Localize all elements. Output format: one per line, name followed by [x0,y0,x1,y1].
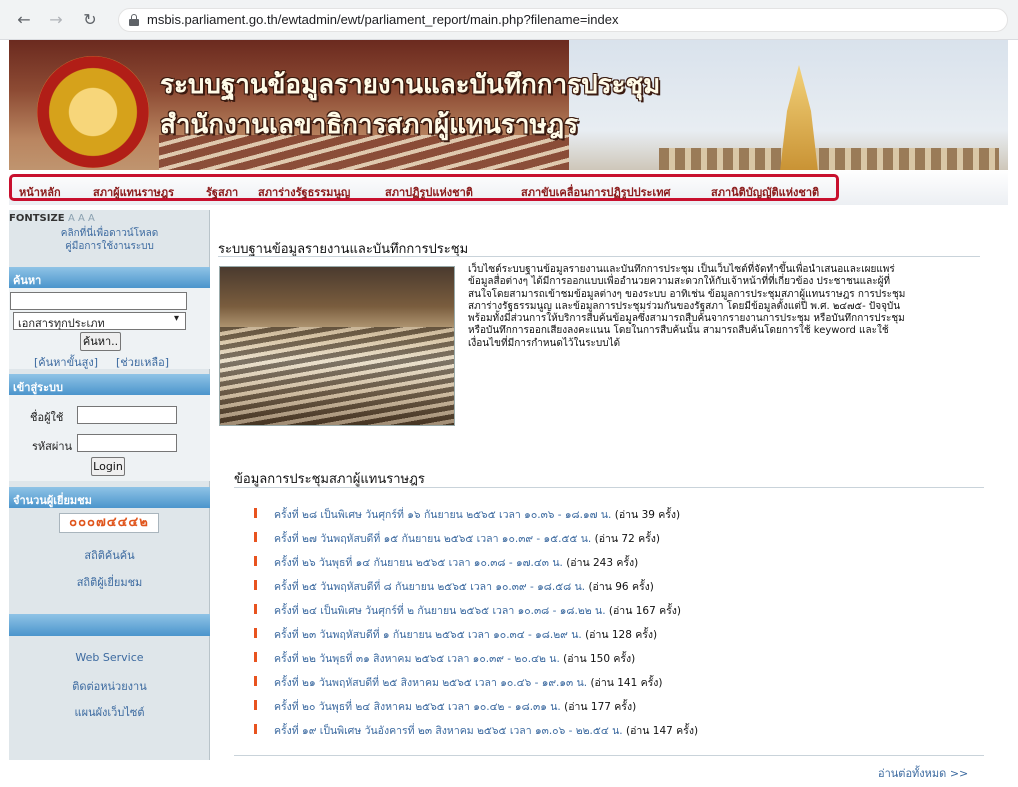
bullet-icon [254,556,257,566]
bullet-icon [254,676,257,686]
bullet-icon [254,628,257,638]
read-count: (อ่าน 167 ครั้ง) [608,605,681,617]
nav-national-reform[interactable]: สภาปฏิรูปแห่งชาติ [385,183,473,201]
meeting-link[interactable]: ครั้งที่ ๑๙ เป็นพิเศษ วันอังคารที่ ๒๓ สิ… [274,725,623,737]
intro-text: เว็บไซต์ระบบฐานข้อมูลรายงานและบันทึกการป… [468,264,978,350]
nav-constitution-drafting[interactable]: สภาร่างรัฐธรรมนูญ [258,183,350,201]
visitor-counter: ๐๐๐๗๔๔๔๒ [59,513,159,533]
intro-line: พร้อมทั้งมีส่วนการให้บริการสืบค้นข้อมูลซ… [468,313,905,325]
manual-download-link-2[interactable]: คู่มือการใช้งานระบบ [9,239,210,254]
meeting-link[interactable]: ครั้งที่ ๒๖ วันพุธที่ ๑๔ กันยายน ๒๕๖๕ เว… [274,557,563,569]
parliament-emblem-logo [37,56,149,168]
search-button[interactable]: ค้นหา.. [80,332,121,351]
meeting-link[interactable]: ครั้งที่ ๒๑ วันพฤหัสบดีที่ ๒๕ สิงหาคม ๒๕… [274,677,587,689]
search-stats-link[interactable]: สถิติค้นค้น [9,546,210,564]
intro-line: หรือบันทึกการออกเสียงลงคะแนน โดยในการสืบ… [468,325,889,337]
fontsize-buttons[interactable]: A A A [68,213,95,224]
intro-line: สนใจโดยสามารถเข้าชมข้อมูลต่างๆ ของระบบ อ… [468,288,906,300]
address-bar[interactable]: msbis.parliament.go.th/ewtadmin/ewt/parl… [118,8,1008,32]
read-count: (อ่าน 141 ครั้ง) [590,677,663,689]
meeting-link[interactable]: ครั้งที่ ๒๕ วันพฤหัสบดีที่ ๘ กันยายน ๒๕๖… [274,581,585,593]
section-divider [234,487,984,488]
intro-line: เงื่อนไขที่มีการกำหนดไว้ในระบบได้ [468,337,621,349]
read-count: (อ่าน 72 ครั้ง) [594,533,660,545]
site-title: ระบบฐานข้อมูลรายงานและบันทึกการประชุม [160,70,661,100]
bullet-icon [254,508,257,518]
lock-icon [129,14,139,26]
meeting-link[interactable]: ครั้งที่ ๒๐ วันพุธที่ ๒๔ สิงหาคม ๒๕๖๕ เว… [274,701,561,713]
read-count: (อ่าน 128 ครั้ง) [585,629,658,641]
bullet-icon [254,724,257,734]
visitor-stats-link[interactable]: สถิติผู้เยี่ยมชม [9,573,210,591]
fontsize-control: FONTSIZE A A A [9,213,95,224]
chevron-down-icon: ▾ [173,313,179,324]
meeting-link[interactable]: ครั้งที่ ๒๔ เป็นพิเศษ วันศุกร์ที่ ๒ กันย… [274,605,606,617]
login-button[interactable]: Login [91,457,125,476]
meeting-link[interactable]: ครั้งที่ ๒๓ วันพฤหัสบดีที่ ๑ กันยายน ๒๕๖… [274,629,582,641]
search-input[interactable] [10,292,187,310]
site-subtitle: สำนักงานเลขาธิการสภาผู้แทนราษฎร [160,110,579,140]
read-count: (อ่าน 177 ครั้ง) [564,701,637,713]
username-label: ชื่อผู้ใช้ [30,411,64,424]
parliament-chamber-photo [219,266,455,426]
url-text[interactable]: msbis.parliament.go.th/ewtadmin/ewt/parl… [147,12,619,27]
read-count: (อ่าน 150 ครั้ง) [563,653,636,665]
bullet-icon [254,532,257,542]
read-count: (อ่าน 96 ครั้ง) [588,581,654,593]
forward-icon[interactable]: → [46,10,66,30]
sidebar-divider-band [9,614,210,636]
meeting-link[interactable]: ครั้งที่ ๒๗ วันพฤหัสบดีที่ ๑๕ กันยายน ๒๕… [274,533,591,545]
title-divider [218,256,980,257]
bullet-icon [254,652,257,662]
login-section-header: เข้าสู่ระบบ [9,374,210,395]
password-field[interactable] [77,434,177,452]
advanced-search-link[interactable]: [ค้นหาขั้นสูง] [34,353,98,371]
read-all-link[interactable]: อ่านต่อทั้งหมด >> [878,764,968,782]
username-field[interactable] [77,406,177,424]
bullet-icon [254,580,257,590]
bullet-icon [254,700,257,710]
reload-icon[interactable]: ↻ [80,10,100,30]
sitemap-link[interactable]: แผนผังเว็บไซต์ [9,703,210,721]
nav-home[interactable]: หน้าหลัก [19,183,61,201]
fontsize-label: FONTSIZE [9,213,65,224]
nav-reform-steering[interactable]: สภาขับเคลื่อนการปฏิรูปประเทศ [521,183,670,201]
meeting-link[interactable]: ครั้งที่ ๒๒ วันพุธที่ ๓๑ สิงหาคม ๒๕๖๕ เว… [274,653,560,665]
meeting-link[interactable]: ครั้งที่ ๒๘ เป็นพิเศษ วันศุกร์ที่ ๑๖ กัน… [274,509,611,521]
visitors-section-header: จำนวนผู้เยี่ยมชม [9,487,210,508]
browser-toolbar: ← → ↻ msbis.parliament.go.th/ewtadmin/ew… [0,0,1018,40]
search-section-header: ค้นหา [9,267,210,288]
read-count: (อ่าน 243 ครั้ง) [566,557,639,569]
nav-house[interactable]: สภาผู้แทนราษฎร [93,183,174,201]
doc-type-select[interactable]: เอกสารทุกประเภท ▾ [13,312,186,330]
back-icon[interactable]: ← [14,10,34,30]
nav-legislative-assembly[interactable]: สภานิติบัญญัติแห่งชาติ [711,183,819,201]
read-count: (อ่าน 39 ครั้ง) [614,509,681,521]
list-bottom-divider [234,755,984,756]
read-count: (อ่าน 147 ครั้ง) [625,725,699,737]
help-link[interactable]: [ช่วยเหลือ] [116,353,169,371]
password-label: รหัสผ่าน [32,440,73,453]
intro-line: สภาร่างรัฐธรรมนูญ และข้อมูลการประชุมร่วม… [468,300,901,312]
doc-type-value: เอกสารทุกประเภท [18,317,105,330]
web-service-link[interactable]: Web Service [9,651,210,664]
nav-parliament[interactable]: รัฐสภา [206,183,238,201]
intro-line: ข้อมูลสื่อต่างๆ ได้มีการออกแบบเพื่ออำนวย… [468,276,891,288]
meetings-section-title: ข้อมูลการประชุมสภาผู้แทนราษฎร [234,472,425,487]
intro-line: เว็บไซต์ระบบฐานข้อมูลรายงานและบันทึกการป… [468,264,895,275]
bullet-icon [254,604,257,614]
contact-link[interactable]: ติดต่อหน่วยงาน [9,677,210,695]
